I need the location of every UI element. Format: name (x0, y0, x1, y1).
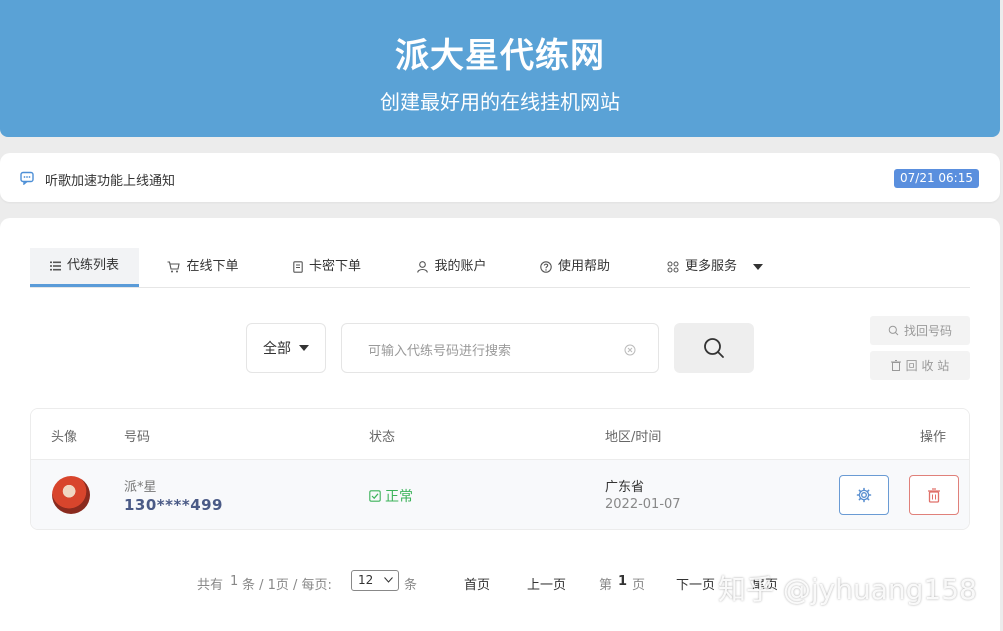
total-prefix: 共有 (197, 578, 224, 593)
column-header-actions: 操作 (920, 430, 947, 445)
tab-help[interactable]: 使用帮助 (530, 248, 620, 286)
boost-table: 头像 号码 状态 地区/时间 操作 派*星 130****499 正常 广东省 … (30, 408, 970, 530)
cart-icon (167, 261, 181, 273)
status-text: 正常 (385, 489, 413, 505)
site-subtitle: 创建最好用的在线挂机网站 (380, 90, 620, 114)
total-count: 1 (230, 574, 239, 589)
column-header-region-time: 地区/时间 (605, 430, 662, 445)
tab-label: 我的账户 (434, 259, 487, 274)
table-header: 头像 号码 状态 地区/时间 操作 (31, 409, 969, 460)
delete-button[interactable] (909, 475, 959, 515)
account-phone: 130****499 (124, 496, 223, 514)
message-icon (20, 170, 34, 189)
total-suffix: 条 / 1页 / 每页: (242, 578, 332, 593)
caret-down-icon (299, 344, 309, 351)
recycle-bin-label: 回 收 站 (905, 359, 950, 373)
search-icon (704, 338, 724, 358)
search-input[interactable]: 可输入代练号码进行搜索 (341, 323, 659, 373)
list-icon (49, 261, 61, 271)
per-page-value: 12 (358, 573, 374, 587)
column-header-number: 号码 (124, 430, 151, 445)
notice-bar[interactable]: 听歌加速功能上线通知 07/21 06:15 (0, 153, 1000, 202)
grid-icon (667, 261, 679, 273)
tab-label: 在线下单 (186, 259, 239, 274)
tab-label: 卡密下单 (308, 259, 361, 274)
recover-number-button[interactable]: 找回号码 (870, 316, 970, 345)
tab-boost-list[interactable]: 代练列表 (30, 248, 139, 287)
site-title: 派大星代练网 (395, 36, 605, 76)
date-text: 2022-01-07 (605, 497, 681, 512)
column-header-avatar: 头像 (51, 430, 78, 445)
site-header: 派大星代练网 创建最好用的在线挂机网站 (0, 0, 1000, 137)
tab-more-services[interactable]: 更多服务 (660, 248, 770, 286)
account-name: 派*星 (124, 480, 157, 495)
check-icon (369, 490, 381, 502)
per-page-unit: 条 (404, 578, 418, 593)
tab-label: 更多服务 (684, 259, 737, 274)
gear-icon (856, 487, 872, 503)
tab-label: 使用帮助 (557, 259, 610, 274)
first-page-link[interactable]: 首页 (464, 574, 490, 593)
per-page-select[interactable]: 12 (351, 570, 399, 591)
recover-number-label: 找回号码 (903, 324, 952, 338)
search-placeholder: 可输入代练号码进行搜索 (368, 344, 512, 359)
recycle-bin-button[interactable]: 回 收 站 (870, 351, 970, 380)
region-text: 广东省 (605, 480, 645, 495)
tab-card-order[interactable]: 卡密下单 (282, 248, 372, 286)
page-prefix: 第 (599, 578, 613, 593)
prev-page-link[interactable]: 上一页 (527, 574, 566, 593)
tab-my-account[interactable]: 我的账户 (407, 248, 497, 286)
column-header-status: 状态 (369, 430, 396, 445)
settings-button[interactable] (839, 475, 889, 515)
status-badge: 正常 (369, 486, 413, 506)
clear-icon[interactable] (624, 341, 636, 360)
watermark: 知乎 @jyhuang158 (718, 573, 977, 606)
tab-bar: 代练列表 在线下单 卡密下单 我的账户 使用帮助 更多服务 (30, 248, 970, 288)
document-icon (293, 261, 303, 273)
tab-online-order[interactable]: 在线下单 (158, 248, 248, 286)
status-filter-select[interactable]: 全部 (246, 323, 326, 373)
current-page: 1 (618, 574, 628, 589)
avatar (52, 476, 90, 514)
notice-text[interactable]: 听歌加速功能上线通知 (45, 170, 175, 189)
page-suffix: 页 (632, 578, 646, 593)
filter-value: 全部 (263, 341, 291, 357)
notice-time-badge: 07/21 06:15 (894, 169, 979, 188)
tab-label: 代练列表 (66, 258, 119, 273)
search-button[interactable] (674, 323, 754, 373)
trash-icon (890, 360, 901, 371)
search-icon (888, 325, 899, 336)
chevron-down-icon (384, 577, 393, 583)
help-icon (540, 261, 552, 273)
table-row: 派*星 130****499 正常 广东省 2022-01-07 (31, 460, 969, 529)
caret-down-icon (753, 263, 763, 270)
user-icon (417, 261, 429, 273)
next-page-link[interactable]: 下一页 (676, 574, 715, 593)
trash-icon (928, 487, 940, 503)
